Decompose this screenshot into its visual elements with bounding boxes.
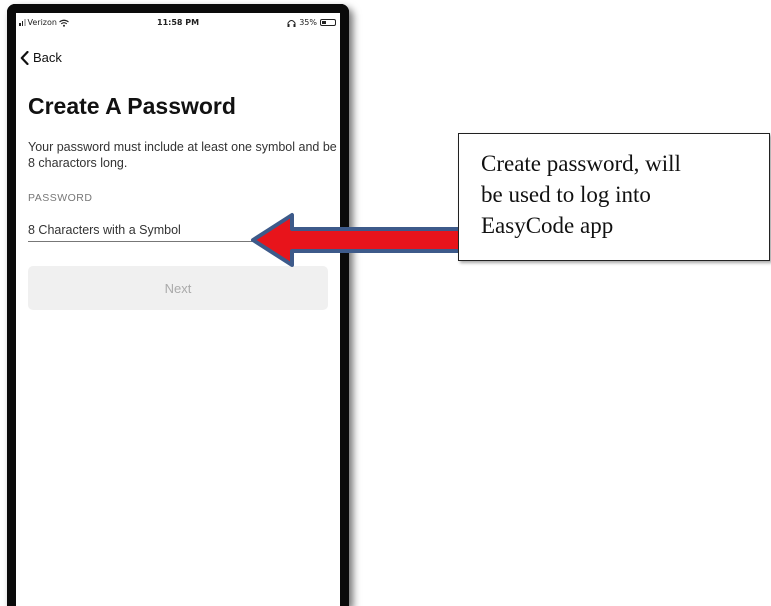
- battery-fill: [322, 21, 327, 24]
- page-title: Create A Password: [28, 93, 236, 119]
- phone-frame: Verizon 11:58 PM 35% Back Create A Passw…: [7, 4, 349, 606]
- next-button[interactable]: Next: [28, 266, 328, 310]
- password-requirements-text: Your password must include at least one …: [28, 140, 337, 170]
- arrow-shape: [251, 213, 462, 267]
- battery-percent: 35%: [299, 18, 317, 27]
- wifi-icon: [59, 19, 69, 27]
- chevron-left-icon: [20, 50, 29, 65]
- back-label: Back: [33, 50, 62, 65]
- annotation-arrow: [251, 213, 462, 267]
- callout-line-1: Create password, will: [481, 151, 681, 176]
- status-bar: Verizon 11:58 PM 35%: [16, 13, 340, 33]
- headphones-icon: [287, 19, 296, 27]
- annotation-callout: Create password, will be used to log int…: [458, 133, 770, 261]
- back-button[interactable]: Back: [20, 50, 62, 65]
- callout-line-2: be used to log into: [481, 182, 651, 207]
- callout-line-3: EasyCode app: [481, 213, 614, 238]
- carrier-label: Verizon: [27, 18, 57, 27]
- carrier-group: Verizon: [19, 18, 69, 27]
- signal-icon: [19, 19, 26, 26]
- password-field-label: PASSWORD: [28, 192, 93, 204]
- clock: 11:58 PM: [157, 18, 200, 27]
- battery-icon: [320, 19, 336, 26]
- status-right: 35%: [287, 18, 336, 27]
